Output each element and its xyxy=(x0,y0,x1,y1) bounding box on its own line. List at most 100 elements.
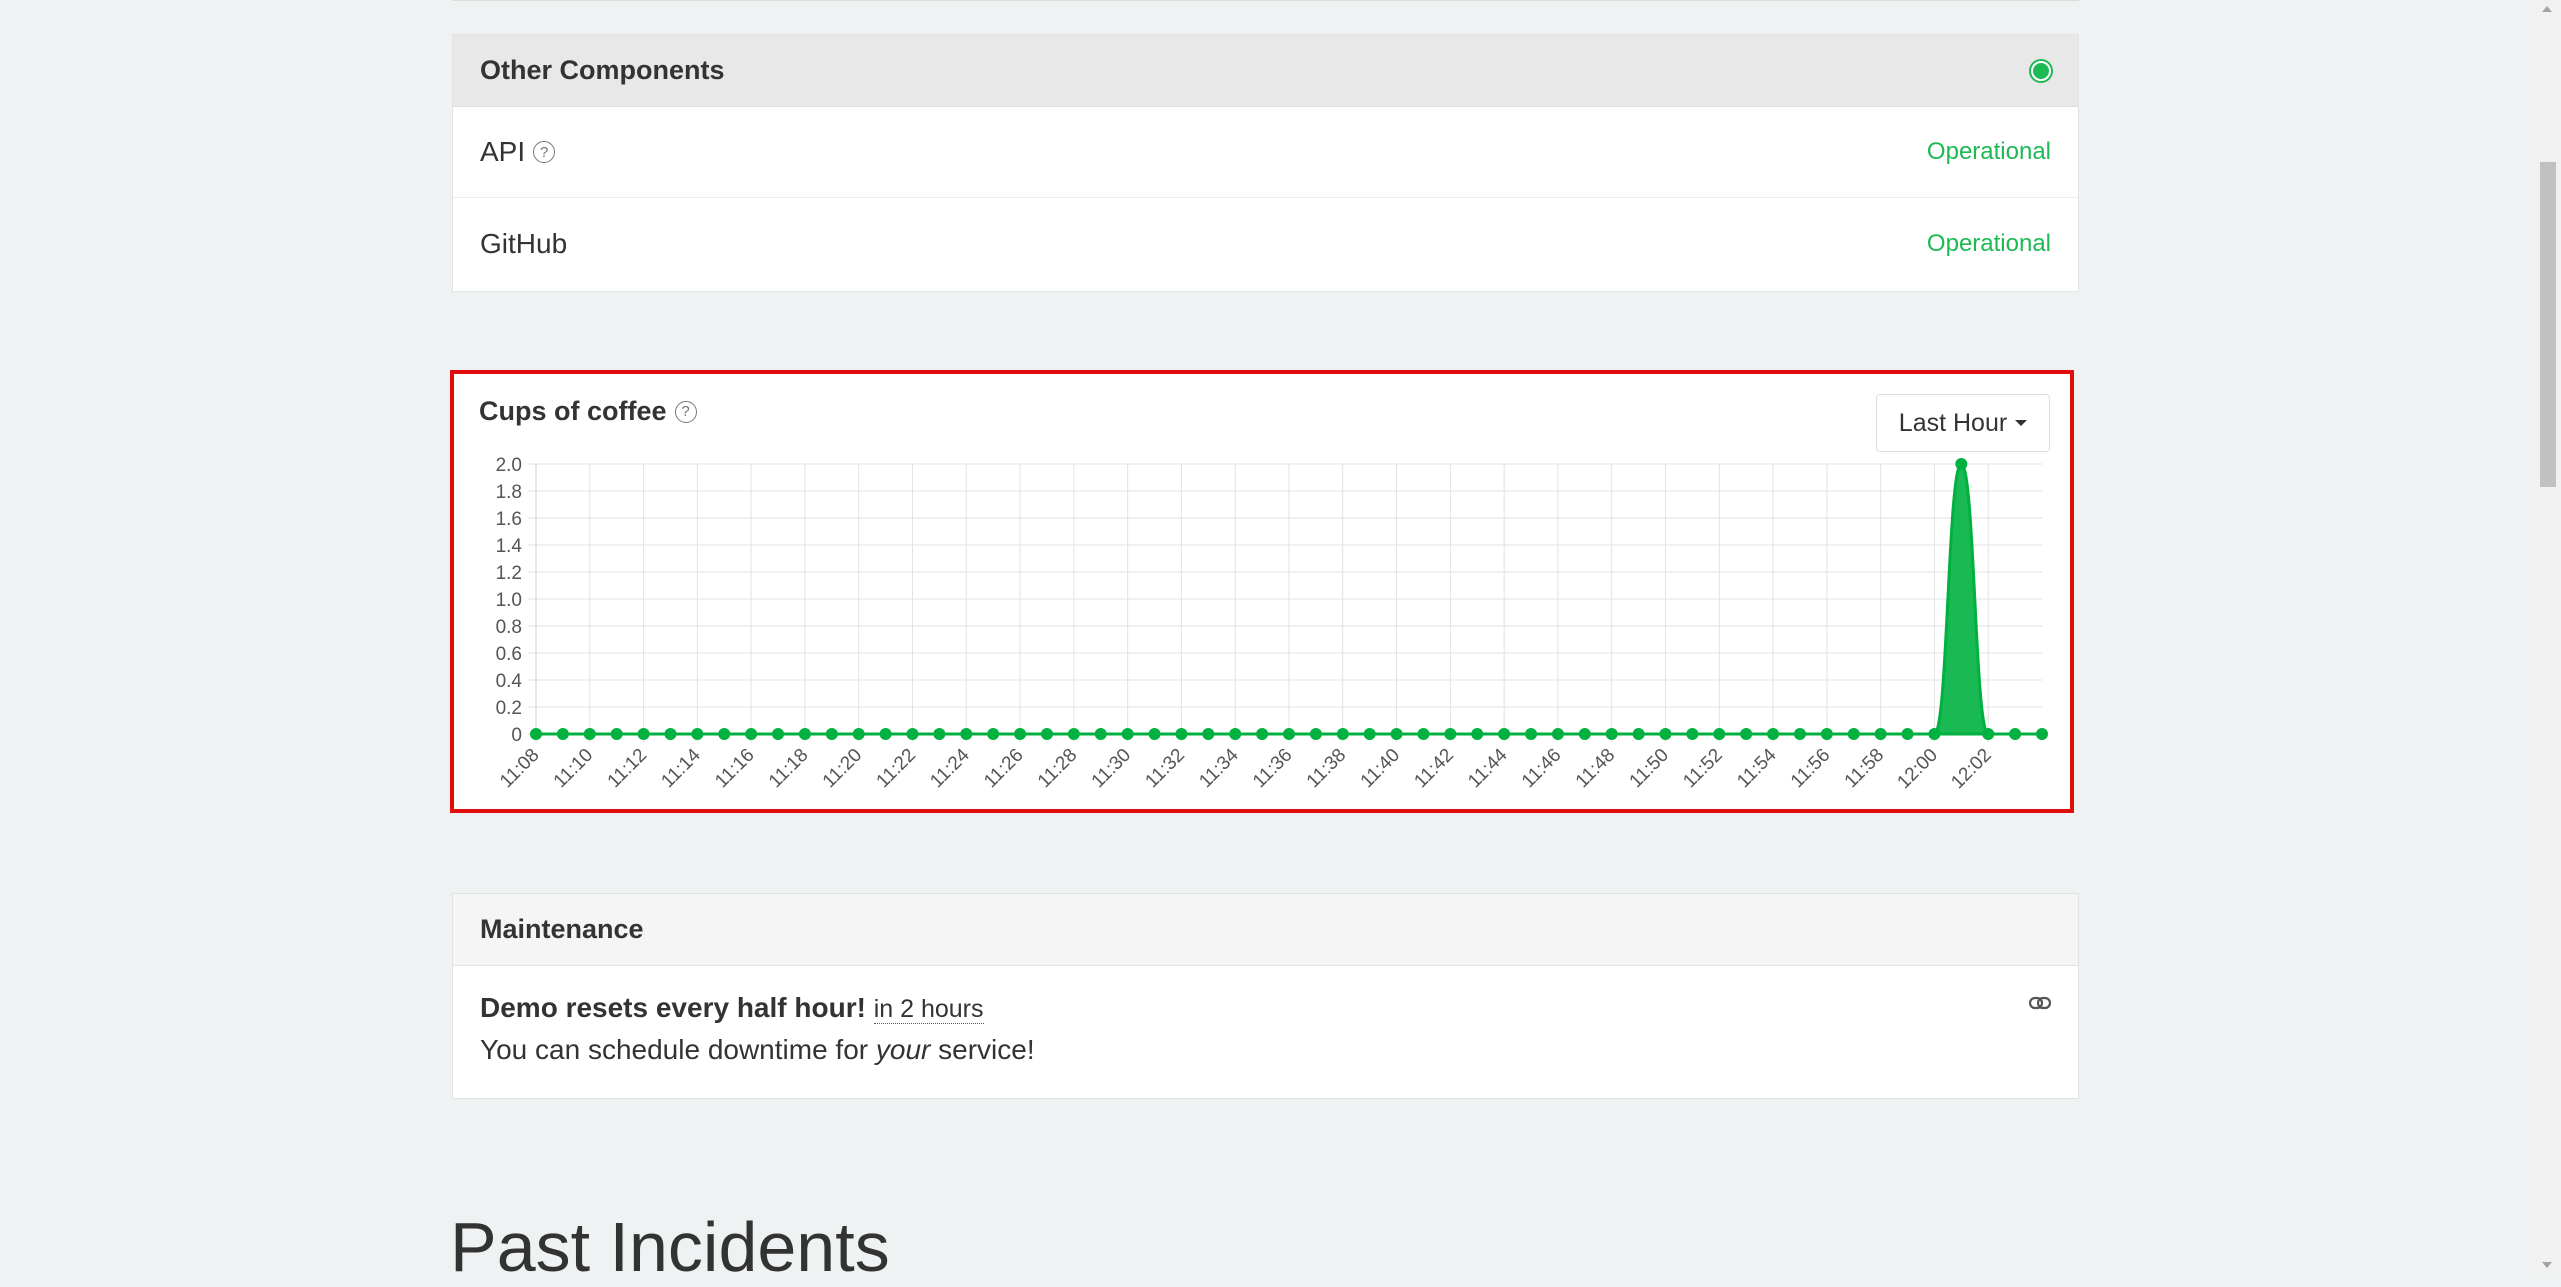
component-label: GitHub xyxy=(480,227,568,259)
data-point xyxy=(825,728,838,740)
component-label: API xyxy=(480,136,526,167)
data-point xyxy=(2009,728,2022,740)
x-tick-label: 11:12 xyxy=(604,745,651,792)
data-point xyxy=(1632,728,1645,740)
maintenance-heading-line: Demo resets every half hour! in 2 hours xyxy=(480,992,2051,1024)
data-point xyxy=(1444,728,1457,740)
data-point xyxy=(798,728,811,740)
x-tick-label: 11:28 xyxy=(1034,745,1081,792)
data-point xyxy=(1417,728,1430,740)
maintenance-desc-after: service! xyxy=(930,1034,1035,1065)
component-row-github: GitHub Operational xyxy=(453,198,2078,289)
x-tick-label: 11:54 xyxy=(1733,744,1781,792)
data-point xyxy=(1901,728,1914,740)
data-point xyxy=(1740,728,1753,740)
data-point xyxy=(556,728,569,740)
link-icon[interactable] xyxy=(2029,996,2051,1010)
data-point xyxy=(1793,728,1806,740)
x-tick-label: 11:20 xyxy=(819,745,866,792)
component-name: API ? xyxy=(480,136,556,168)
maintenance-description: You can schedule downtime for your servi… xyxy=(480,1034,2051,1066)
components-panel-header[interactable]: Other Components xyxy=(453,35,2078,107)
data-point xyxy=(987,728,1000,740)
maintenance-panel-title: Maintenance xyxy=(480,914,644,944)
data-point xyxy=(1525,728,1538,740)
x-tick-label: 12:00 xyxy=(1893,745,1941,793)
data-point xyxy=(610,728,623,740)
divider xyxy=(452,0,2079,1)
component-row-api: API ? Operational xyxy=(453,107,2078,198)
x-tick-label: 11:18 xyxy=(765,745,812,792)
x-tick-label: 12:02 xyxy=(1947,745,1995,793)
data-point xyxy=(583,728,596,740)
data-point xyxy=(1982,728,1995,740)
x-tick-label: 11:36 xyxy=(1249,745,1296,792)
component-name: GitHub xyxy=(480,228,567,260)
data-point xyxy=(906,728,919,740)
data-point xyxy=(879,728,892,740)
data-point xyxy=(1040,728,1053,740)
y-tick-label: 0 xyxy=(511,725,522,746)
data-point xyxy=(1659,728,1672,740)
x-tick-label: 11:44 xyxy=(1464,744,1512,792)
y-tick-label: 0.6 xyxy=(496,644,522,665)
x-tick-label: 11:10 xyxy=(550,745,597,792)
data-point xyxy=(637,728,650,740)
data-point xyxy=(2036,728,2048,740)
x-tick-label: 11:24 xyxy=(926,744,974,792)
component-status: Operational xyxy=(1926,229,2051,257)
data-point xyxy=(1363,728,1376,740)
scrollbar-thumb[interactable] xyxy=(2540,162,2556,487)
maintenance-panel: Maintenance Demo resets every half hour!… xyxy=(452,893,2079,1099)
x-tick-label: 11:42 xyxy=(1410,745,1457,792)
scroll-up-icon[interactable] xyxy=(2542,6,2552,12)
data-point xyxy=(1390,728,1403,740)
data-point xyxy=(1498,728,1511,740)
data-point xyxy=(1202,728,1215,740)
data-point xyxy=(1605,728,1618,740)
data-point xyxy=(1336,728,1349,740)
data-point xyxy=(960,728,973,740)
x-tick-label: 11:48 xyxy=(1572,745,1619,792)
status-dot-icon xyxy=(2031,60,2051,81)
x-tick-label: 11:50 xyxy=(1626,745,1673,792)
y-tick-label: 1.8 xyxy=(496,482,522,503)
y-tick-label: 2.0 xyxy=(496,455,522,476)
y-tick-label: 0.4 xyxy=(496,671,523,692)
component-status: Operational xyxy=(1926,138,2051,165)
data-point xyxy=(530,728,542,740)
x-tick-label: 11:08 xyxy=(496,745,543,792)
scrollbar[interactable] xyxy=(2534,0,2561,1274)
data-point xyxy=(1820,728,1833,740)
x-tick-label: 11:52 xyxy=(1679,745,1726,792)
data-point xyxy=(1121,728,1134,740)
data-point xyxy=(1256,728,1269,740)
x-tick-label: 11:46 xyxy=(1518,745,1565,792)
data-point xyxy=(1551,728,1564,740)
x-tick-label: 11:32 xyxy=(1141,745,1188,792)
x-tick-label: 11:56 xyxy=(1787,745,1834,792)
data-point xyxy=(718,728,731,740)
y-tick-label: 0.2 xyxy=(496,698,522,719)
maintenance-panel-header: Maintenance xyxy=(453,894,2078,966)
x-tick-label: 11:38 xyxy=(1303,745,1350,792)
data-point xyxy=(745,728,758,740)
past-incidents-heading: Past Incidents xyxy=(450,1207,890,1286)
y-tick-label: 1.6 xyxy=(496,509,522,530)
scroll-down-icon[interactable] xyxy=(2542,1262,2552,1268)
data-point xyxy=(1578,728,1591,740)
data-point xyxy=(691,728,704,740)
x-tick-label: 11:58 xyxy=(1841,745,1888,792)
data-point xyxy=(1686,728,1699,740)
data-point xyxy=(1014,728,1027,740)
maintenance-time: in 2 hours xyxy=(873,995,984,1024)
data-point xyxy=(852,728,865,740)
maintenance-heading: Demo resets every half hour! xyxy=(480,992,866,1023)
help-icon[interactable]: ? xyxy=(533,141,556,163)
components-panel: Other Components API ? Operational GitHu… xyxy=(452,34,2079,292)
data-point xyxy=(1767,728,1780,740)
x-tick-label: 11:34 xyxy=(1195,744,1243,792)
data-point xyxy=(933,728,946,740)
data-point xyxy=(664,728,677,740)
data-point xyxy=(1229,728,1242,740)
